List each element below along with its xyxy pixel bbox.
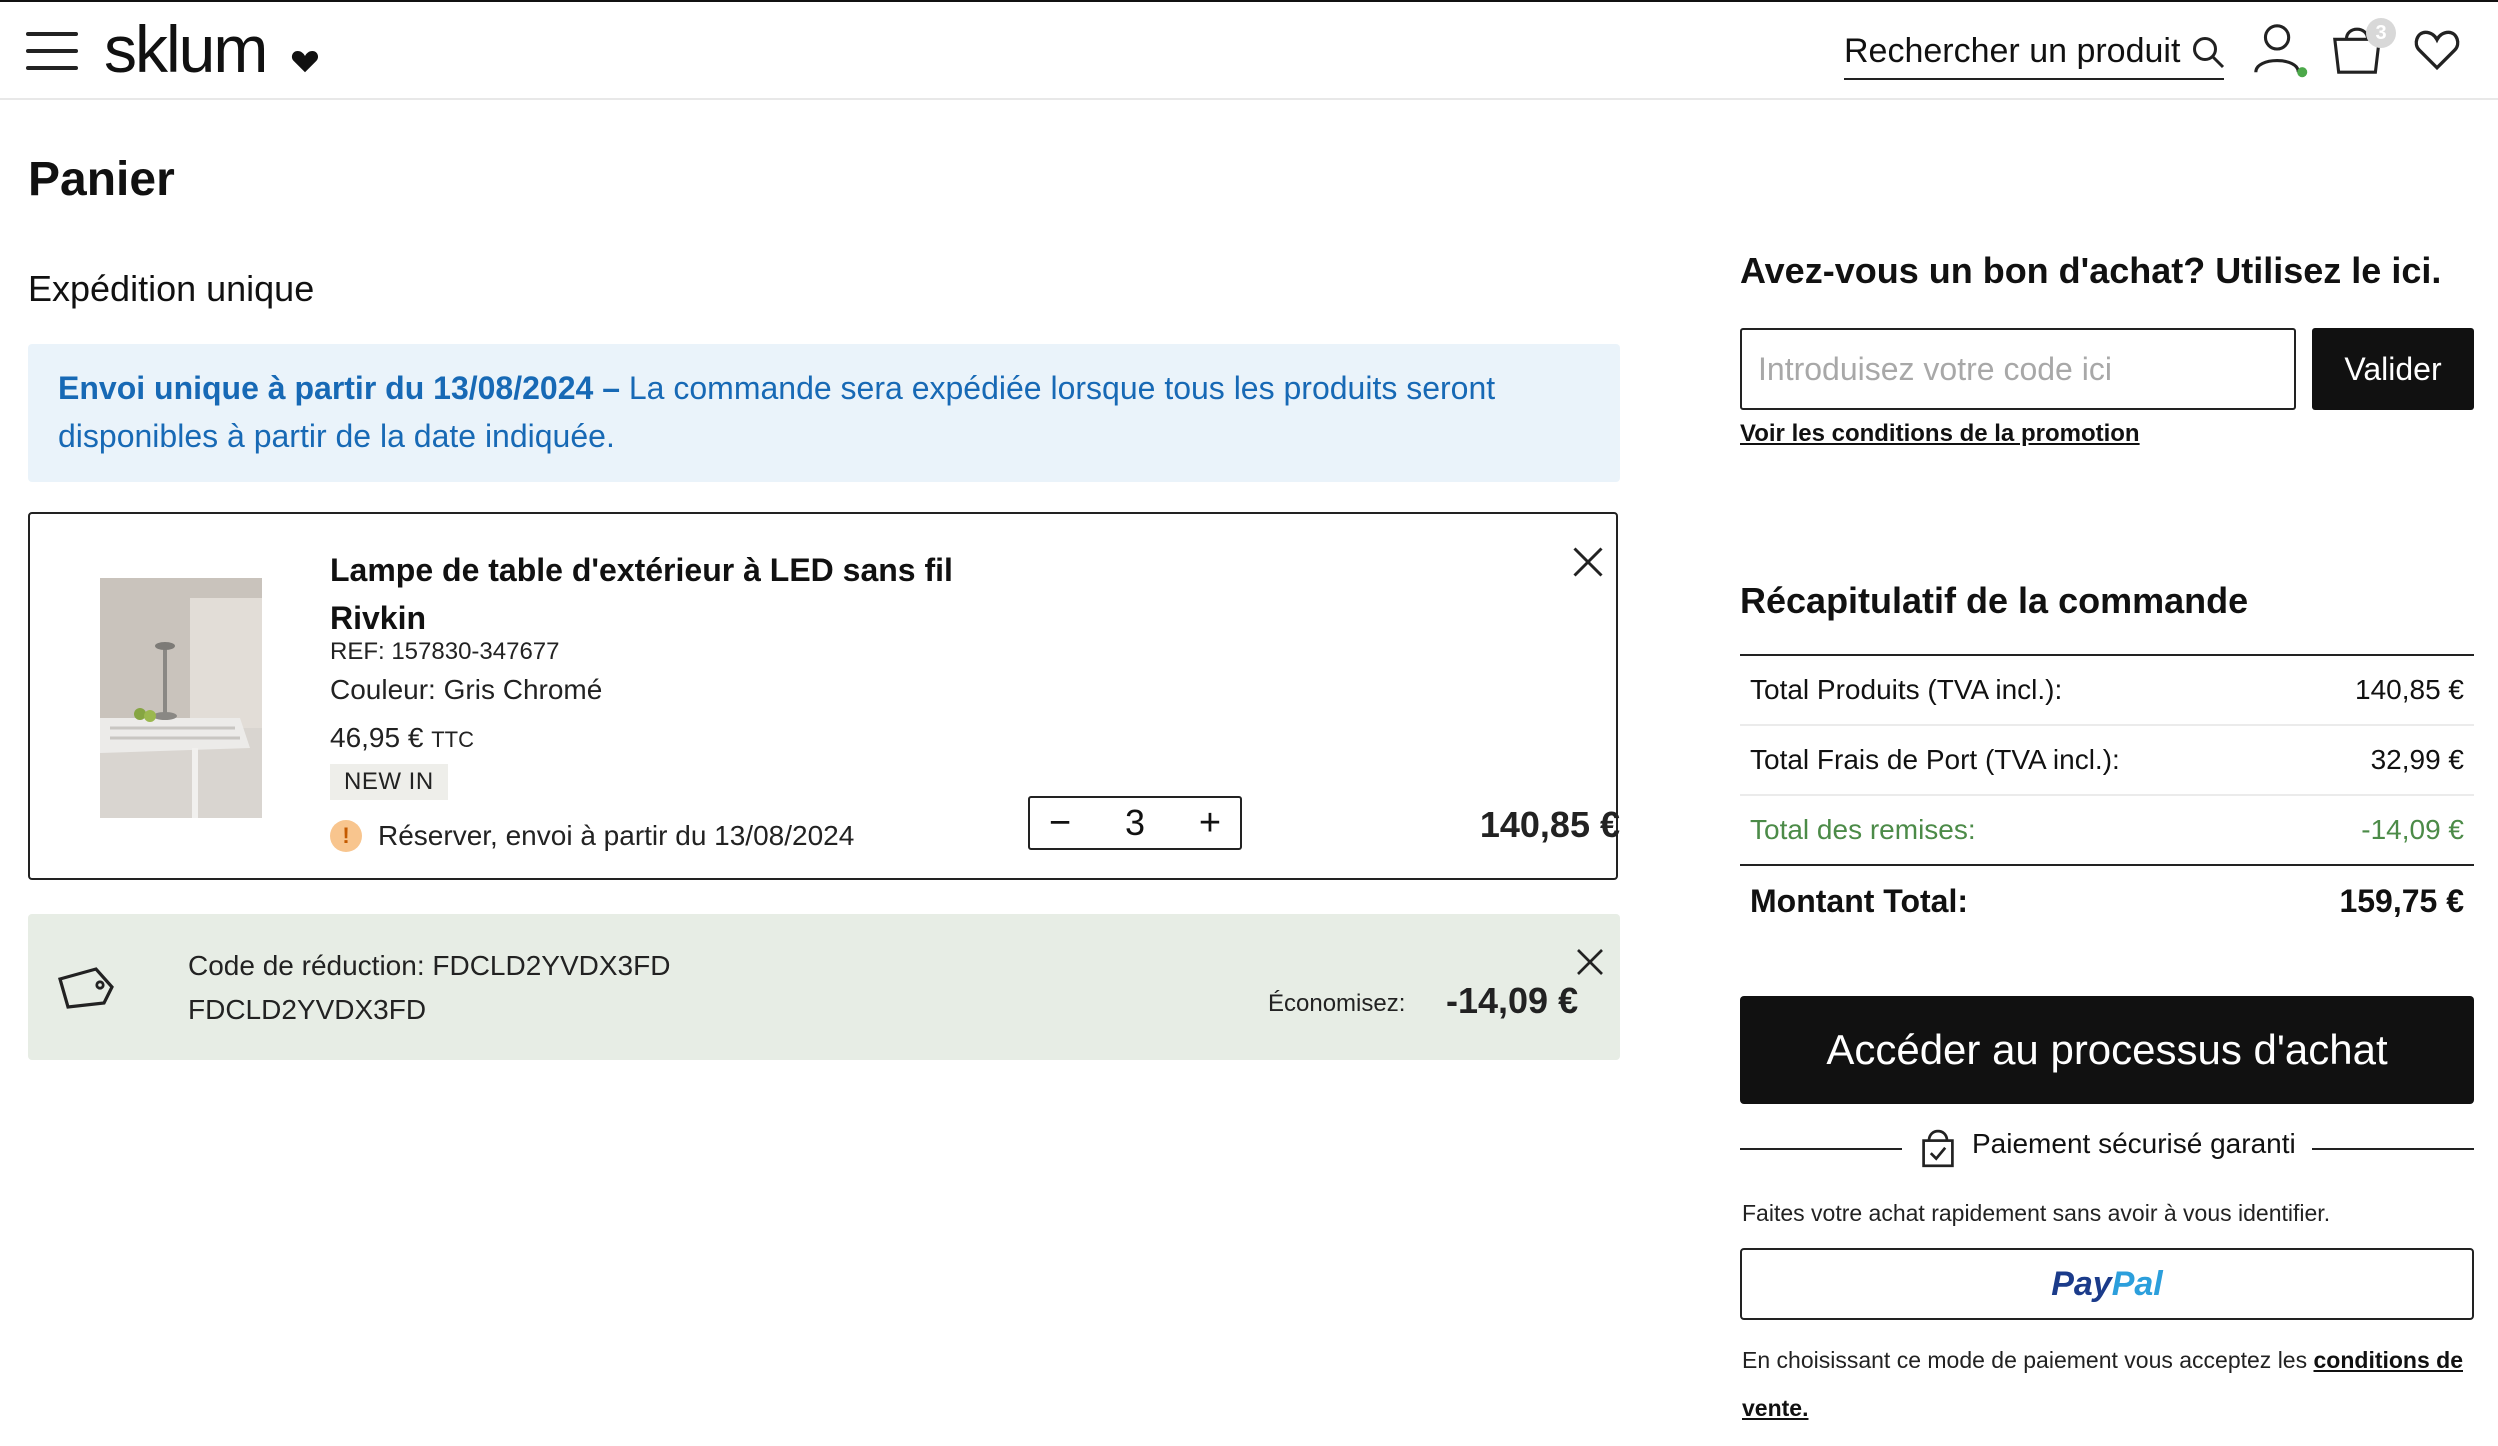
- summary-value: 159,75 €: [2339, 882, 2464, 919]
- order-summary-title: Récapitulatif de la commande: [1740, 580, 2249, 621]
- unit-price-suffix: TTC: [431, 727, 474, 752]
- shipping-info-text: Envoi unique à partir du 13/08/2024 – La…: [58, 364, 1598, 460]
- summary-row-total: Montant Total: 159,75 €: [1740, 866, 2474, 936]
- voucher-title: Avez-vous un bon d'achat? Utilisez le ic…: [1740, 250, 2442, 291]
- summary-label: Total des remises:: [1750, 814, 1976, 845]
- search-icon[interactable]: [2190, 34, 2226, 70]
- summary-row-discounts: Total des remises: -14,09 €: [1740, 796, 2474, 866]
- quantity-stepper: − 3 +: [1028, 796, 1242, 850]
- divider-left: [1740, 1148, 1902, 1150]
- search-bar[interactable]: Rechercher un produit: [1844, 28, 2226, 80]
- search-label[interactable]: Rechercher un produit: [1844, 28, 2180, 74]
- product-color: Couleur: Gris Chromé: [330, 674, 603, 705]
- product-unit-price: 46,95 € TTC: [330, 722, 474, 754]
- wishlist-heart-icon[interactable]: [2412, 24, 2462, 74]
- logo[interactable]: sklum: [104, 14, 268, 84]
- paypal-button[interactable]: PayPal: [1740, 1248, 2474, 1320]
- user-account-icon[interactable]: [2250, 20, 2308, 78]
- savings-label: Économisez:: [1268, 990, 1406, 1017]
- promo-conditions-link[interactable]: Voir les conditions de la promotion: [1740, 420, 2140, 448]
- summary-label: Montant Total:: [1750, 882, 1969, 919]
- summary-label: Total Frais de Port (TVA incl.):: [1750, 744, 2120, 775]
- reserve-shipping-text: Réserver, envoi à partir du 13/08/2024: [378, 820, 855, 851]
- paypal-logo-pay: Pay: [2051, 1264, 2112, 1303]
- remove-item-close-icon[interactable]: [1570, 544, 1606, 580]
- site-header: sklum Rechercher un produit 3: [0, 2, 2498, 100]
- new-in-badge: NEW IN: [330, 764, 448, 800]
- remove-discount-close-icon[interactable]: [1574, 946, 1606, 978]
- guest-checkout-text: Faites votre achat rapidement sans avoir…: [1742, 1200, 2331, 1226]
- page-title: Panier: [28, 153, 175, 206]
- product-ref: REF: 157830-347677: [330, 638, 560, 665]
- summary-value: -14,09 €: [2361, 814, 2464, 845]
- secure-payment-text: Paiement sécurisé garanti: [1972, 1128, 2296, 1159]
- product-name[interactable]: Lampe de table d'extérieur à LED sans fi…: [330, 546, 1030, 642]
- cart-count-badge: 3: [2366, 18, 2396, 48]
- shipping-info-bold: Envoi unique à partir du 13/08/2024 –: [58, 370, 620, 406]
- divider-right: [2312, 1148, 2474, 1150]
- hamburger-menu-icon[interactable]: [26, 32, 78, 72]
- summary-value: 140,85 €: [2355, 674, 2464, 705]
- voucher-code-input[interactable]: [1740, 328, 2296, 410]
- discount-code-label: Code de réduction: FDCLD2YVDX3FD: [188, 950, 671, 981]
- product-photo-illustration: [100, 578, 262, 818]
- cart-item-card: Lampe de table d'extérieur à LED sans fi…: [28, 512, 1620, 880]
- validate-voucher-button[interactable]: Valider: [2312, 328, 2474, 410]
- logo-heart-icon: [291, 51, 319, 73]
- price-tag-icon: [58, 967, 114, 1009]
- line-total-price: 140,85 €: [1479, 804, 1620, 845]
- checkout-button[interactable]: Accéder au processus d'achat: [1740, 996, 2474, 1104]
- warning-icon: !: [330, 820, 362, 852]
- terms-prefix: En choisissant ce mode de paiement vous …: [1742, 1347, 2314, 1373]
- increase-quantity-button[interactable]: +: [1190, 802, 1230, 844]
- discount-code-value: FDCLD2YVDX3FD: [188, 994, 427, 1025]
- decrease-quantity-button[interactable]: −: [1040, 802, 1080, 844]
- shipping-info-banner: Envoi unique à partir du 13/08/2024 – La…: [28, 344, 1620, 482]
- quantity-value[interactable]: 3: [1110, 802, 1160, 844]
- summary-label: Total Produits (TVA incl.):: [1750, 674, 2063, 705]
- secure-lock-icon: [1922, 1129, 1954, 1168]
- terms-text: En choisissant ce mode de paiement vous …: [1742, 1336, 2482, 1432]
- shipping-section-title: Expédition unique: [28, 268, 315, 309]
- paypal-logo-pal: Pal: [2111, 1264, 2163, 1303]
- summary-row-shipping: Total Frais de Port (TVA incl.): 32,99 €: [1740, 726, 2474, 796]
- summary-row-products: Total Produits (TVA incl.): 140,85 €: [1740, 656, 2474, 726]
- unit-price-value: 46,95 €: [330, 722, 424, 753]
- product-image[interactable]: [100, 578, 262, 818]
- discount-code-banner: Code de réduction: FDCLD2YVDX3FD FDCLD2Y…: [28, 914, 1620, 1060]
- savings-value: -14,09 €: [1446, 980, 1579, 1021]
- summary-value: 32,99 €: [2370, 744, 2464, 775]
- order-summary-table: Total Produits (TVA incl.): 140,85 € Tota…: [1740, 654, 2474, 936]
